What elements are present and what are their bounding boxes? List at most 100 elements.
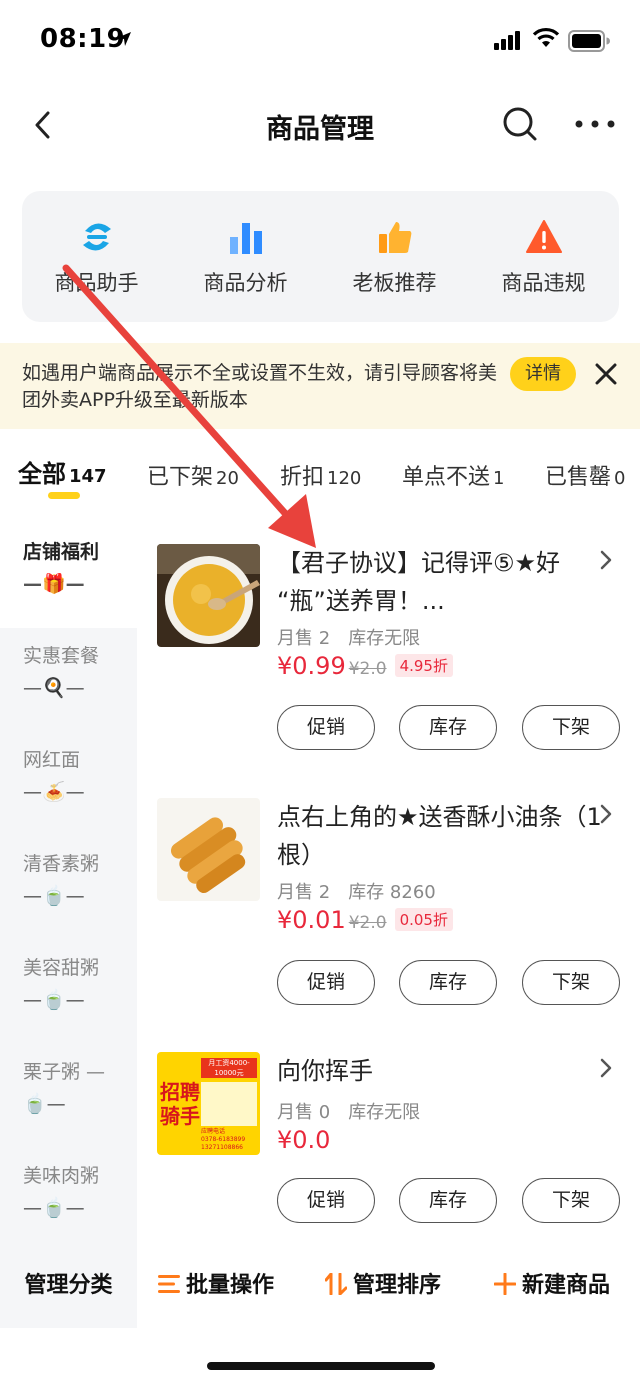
product-original-price: ¥2.0 (348, 913, 387, 933)
sidebar-item-prefix: — (23, 989, 42, 1011)
sidebar-item-suffix: 🍝— (42, 781, 85, 803)
product-meta: 月售 0 库存无限 (277, 1098, 438, 1124)
sidebar-item-noodles[interactable]: 网红面 —🍝— (0, 732, 137, 836)
product-price-row: ¥0.99 ¥2.0 4.95折 (277, 652, 453, 680)
sidebar-item-prefix: — (23, 573, 42, 595)
plus-icon (494, 1273, 516, 1295)
product-stock: 库存无限 (348, 1102, 421, 1123)
tool-label: 商品助手 (54, 271, 139, 295)
manage-sort-button[interactable]: 管理排序 (325, 1244, 441, 1328)
sidebar-item-suffix: 🍵— (42, 1197, 85, 1219)
tab-label: 全部 (18, 460, 66, 488)
sidebar-item-label: 店铺福利 (23, 541, 100, 563)
tool-boss-recommend[interactable]: 老板推荐 (320, 191, 469, 322)
sidebar-item-prefix: — (23, 1197, 42, 1219)
promo-button[interactable]: 促销 (277, 960, 375, 1005)
location-arrow-icon (117, 32, 131, 46)
page-title: 商品管理 (266, 114, 374, 145)
tool-assistant[interactable]: 商品助手 (22, 191, 171, 322)
wifi-icon (532, 27, 560, 47)
tab-discount[interactable]: 折扣 120 (280, 459, 361, 491)
tab-count: 0 (614, 468, 626, 489)
poster-phone-1: 0378-6183899 (201, 1136, 246, 1143)
search-icon[interactable] (500, 104, 540, 144)
sidebar-item-chestnut-porridge[interactable]: 栗子粥 — 🍵— (0, 1044, 137, 1148)
battery-icon (568, 30, 610, 52)
sidebar-item-label: 实惠套餐 (23, 645, 100, 667)
sidebar-item-label: 清香素粥 (23, 853, 100, 875)
product-meta: 月售 2 库存 8260 (277, 878, 454, 904)
poster-salary: 月工资4000-10000元 (201, 1058, 257, 1078)
fried-dough-sticks-image (157, 798, 260, 901)
sidebar-item-value-set[interactable]: 实惠套餐 —🍳— (0, 628, 137, 732)
chevron-right-icon[interactable] (597, 548, 615, 572)
product-sales: 月售 2 (277, 628, 331, 649)
sidebar-item-prefix: — (23, 781, 42, 803)
delist-button[interactable]: 下架 (522, 1178, 620, 1223)
sidebar-item-veg-porridge[interactable]: 清香素粥 —🍵— (0, 836, 137, 940)
delist-button[interactable]: 下架 (522, 960, 620, 1005)
sidebar-item-meat-porridge[interactable]: 美味肉粥 —🍵— (0, 1148, 137, 1252)
tool-violation[interactable]: 商品违规 (469, 191, 618, 322)
promo-button[interactable]: 促销 (277, 705, 375, 750)
tools-card: 商品助手 商品分析 老板推荐 商品违规 (22, 191, 619, 322)
tab-count: 120 (327, 468, 362, 489)
chevron-right-icon[interactable] (597, 1056, 615, 1080)
stock-button[interactable]: 库存 (399, 705, 497, 750)
tab-single-no-delivery[interactable]: 单点不送 1 (402, 459, 504, 491)
sidebar-item-sweet-porridge[interactable]: 美容甜粥 —🍵— (0, 940, 137, 1044)
cellular-signal-icon (494, 31, 520, 50)
status-bar: 08:19 (0, 0, 640, 80)
product-discount-badge: 4.95折 (394, 654, 453, 677)
tab-count: 20 (216, 468, 239, 489)
sidebar-item-label: 网红面 (23, 749, 81, 771)
poster-title: 招聘骑手 (160, 1080, 200, 1128)
new-product-label: 新建商品 (522, 1273, 611, 1298)
product-sales: 月售 0 (277, 1102, 331, 1123)
notice-text: 如遇用户端商品展示不全或设置不生效，请引导顾客将美团外卖APP升级至最新版本 (22, 362, 498, 411)
tool-analysis[interactable]: 商品分析 (171, 191, 320, 322)
sidebar-item-prefix: — (23, 885, 42, 907)
product-card[interactable]: 【君子协议】记得评⑤★好 “瓶”送养胃！... 月售 2 库存无限 ¥0.99 ¥2… (137, 524, 640, 779)
product-price: ¥0.0 (277, 1126, 331, 1154)
warning-icon (526, 220, 562, 253)
sidebar-item-suffix: 🎁— (42, 573, 85, 595)
tab-label: 单点不送 (402, 465, 491, 490)
product-name: 【君子协议】记得评⑤★好 “瓶”送养胃！... (277, 549, 561, 615)
tab-delisted[interactable]: 已下架 20 (147, 459, 239, 491)
rider-recruitment-poster-image: 招聘骑手 月工资4000-10000元 应聘电话 0378-6183899 13… (157, 1052, 260, 1155)
tab-sold-out[interactable]: 已售罄 0 (545, 459, 625, 491)
sidebar-item-suffix: 🍳— (42, 677, 85, 699)
status-time: 08:19 (40, 24, 126, 54)
poster-phone-2: 13271108866 (201, 1144, 243, 1151)
category-sidebar: 店铺福利 —🎁— 实惠套餐 —🍳— 网红面 —🍝— 清香素粥 —🍵— 美容甜粥 … (0, 524, 137, 1244)
tool-label: 老板推荐 (352, 271, 437, 295)
tool-label: 商品违规 (501, 271, 586, 295)
tab-all[interactable]: 全部 147 (18, 454, 107, 489)
sidebar-item-suffix: 🍵— (42, 989, 85, 1011)
stock-button[interactable]: 库存 (399, 1178, 497, 1223)
more-icon[interactable] (572, 106, 618, 142)
product-original-price: ¥2.0 (348, 659, 387, 679)
batch-operation-button[interactable]: 批量操作 (158, 1244, 274, 1328)
delist-button[interactable]: 下架 (522, 705, 620, 750)
product-meta: 月售 2 库存无限 (277, 624, 438, 650)
bar-chart-icon (230, 223, 262, 254)
manage-category-button[interactable]: 管理分类 (0, 1244, 137, 1328)
product-card[interactable]: 点右上角的★送香酥小油条（1根） 月售 2 库存 8260 ¥0.01 ¥2.0 0.… (137, 778, 640, 1033)
product-stock: 库存 8260 (348, 882, 436, 903)
sidebar-item-suffix: 🍵— (42, 885, 85, 907)
active-tab-indicator (48, 492, 80, 499)
chevron-right-icon[interactable] (597, 802, 615, 826)
promo-button[interactable]: 促销 (277, 1178, 375, 1223)
stock-button[interactable]: 库存 (399, 960, 497, 1005)
filter-tabs: 全部 147 已下架 20 折扣 120 单点不送 1 已售罄 0 (0, 440, 640, 512)
tab-count: 1 (493, 468, 505, 489)
thumbs-up-icon (379, 222, 412, 253)
new-product-button[interactable]: 新建商品 (494, 1244, 610, 1328)
sidebar-item-store-benefit[interactable]: 店铺福利 —🎁— (0, 524, 137, 628)
batch-label: 批量操作 (186, 1273, 275, 1298)
close-icon[interactable] (592, 360, 620, 388)
sort-label: 管理排序 (353, 1273, 442, 1298)
detail-button[interactable]: 详情 (510, 357, 576, 391)
